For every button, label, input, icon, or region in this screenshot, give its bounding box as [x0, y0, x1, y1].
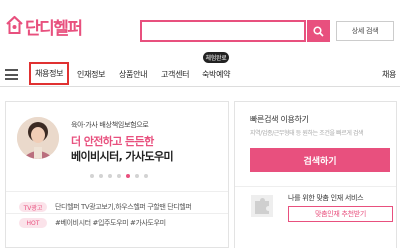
nav-item-booking[interactable]: 숙박예약: [202, 62, 231, 86]
page: 단디헬퍼 상세 검색 체험완료 채용정보 인재정보 상품안내 고객센터 숙박예약…: [0, 0, 400, 248]
divider: [6, 191, 228, 192]
search-icon: [313, 25, 324, 37]
nav-item-products[interactable]: 상품안내: [119, 62, 148, 86]
quick-search-panel: 빠른검색 이용하기 지역/업종/근무형태 등 원하는 조건을 빠르게 검색 검색…: [234, 101, 397, 248]
carousel-dot[interactable]: [99, 174, 103, 178]
promo-panel: 육아·가사 배상책임보험으로 더 안전하고 든든한 베이비시터, 가사도우미 T…: [5, 101, 229, 248]
house-logo-icon: [6, 15, 23, 37]
carousel-dot[interactable]: [135, 174, 139, 178]
carousel-dot-active[interactable]: [126, 174, 130, 178]
recommend-label: 나를 위한 맞춤 인재 서비스: [288, 194, 364, 202]
main-nav: 채용정보 인재정보 상품안내 고객센터 숙박예약 채용: [0, 62, 400, 87]
promo-subtitle: 육아·가사 배상책임보험으로: [71, 121, 149, 129]
carousel-dot[interactable]: [108, 174, 112, 178]
carousel-dot[interactable]: [90, 174, 94, 178]
nav-item-jobs[interactable]: 채용정보: [29, 62, 70, 85]
nav-item-recruit[interactable]: 채용: [382, 62, 396, 86]
quick-search-button[interactable]: 검색하기: [250, 148, 390, 172]
logo[interactable]: 단디헬퍼: [6, 11, 83, 41]
carousel-dots: [90, 174, 148, 178]
carousel-dot[interactable]: [117, 174, 121, 178]
nav-item-talent[interactable]: 인재정보: [77, 62, 106, 86]
recommend-button[interactable]: 맞춤인재 추천받기: [288, 206, 393, 222]
feed-text-tv[interactable]: 단디헬퍼 TV광고보기,하우스헬퍼 구할땐 단디헬퍼: [55, 202, 192, 212]
feed-tag-hot: HOT: [19, 218, 47, 228]
divider: [6, 213, 228, 214]
puzzle-icon: [250, 194, 274, 218]
avatar: [17, 117, 59, 159]
nav-item-support[interactable]: 고객센터: [161, 62, 190, 86]
search-button[interactable]: [307, 20, 330, 42]
feed-tag-tv: TV광고: [19, 202, 47, 212]
logo-text: 단디헬퍼: [25, 18, 83, 39]
header: 단디헬퍼 상세 검색: [0, 0, 400, 60]
quick-search-title: 빠른검색 이용하기: [250, 115, 309, 124]
quick-search-description: 지역/업종/근무형태 등 원하는 조건을 빠르게 검색: [250, 130, 364, 137]
search-input[interactable]: [140, 20, 306, 42]
promo-title: 더 안전하고 든든한: [71, 135, 154, 148]
divider: [235, 186, 396, 187]
feed-text-hot[interactable]: #베이비시터 #입주도우미 #가사도우미: [55, 218, 166, 228]
carousel-dot[interactable]: [144, 174, 148, 178]
promo-title-2: 베이비시터, 가사도우미: [71, 150, 174, 163]
advanced-search-button[interactable]: 상세 검색: [336, 21, 394, 41]
menu-icon[interactable]: [5, 69, 18, 80]
